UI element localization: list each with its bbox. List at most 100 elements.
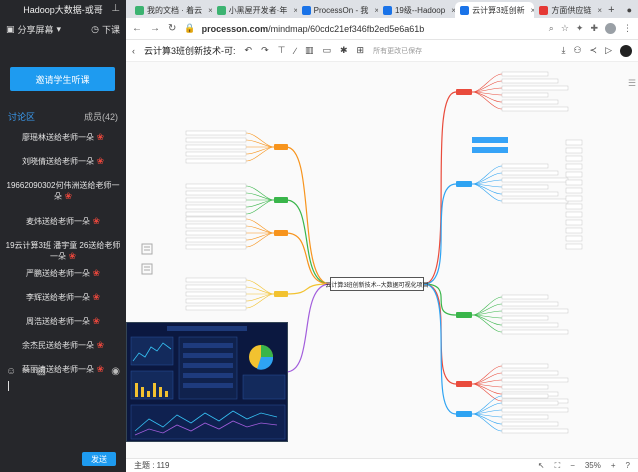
- browser-tab[interactable]: 方面供应链 ×: [534, 2, 602, 18]
- help-icon[interactable]: ?: [626, 461, 630, 470]
- search-icon[interactable]: ⌕: [549, 23, 554, 34]
- record-icon[interactable]: ◉: [111, 366, 120, 377]
- end-class-button[interactable]: ◷ 下课: [91, 23, 120, 36]
- tab-discussion[interactable]: 讨论区: [8, 110, 35, 124]
- browser-tab[interactable]: 19级--Hadoop ×: [378, 2, 455, 18]
- leaf-node: [565, 195, 583, 202]
- chat-message: 廖瑶林送给老师一朵 ❀: [0, 132, 126, 143]
- topic-count: 主题 : 119: [134, 461, 170, 470]
- sub-node: [501, 191, 559, 197]
- sub-node: [501, 315, 549, 321]
- browser-tab[interactable]: 云计算3班创新 ×: [455, 2, 535, 18]
- tab-label: 我的文档 · 着云: [147, 5, 203, 15]
- sub-node: [501, 400, 559, 406]
- chat-message-text: 麦炜送给老师一朵: [25, 217, 90, 226]
- image-icon[interactable]: ▨: [37, 366, 46, 377]
- sub-node: [501, 428, 569, 434]
- tab-members[interactable]: 成员(42): [84, 110, 118, 124]
- central-topic[interactable]: 云计算3班创新技术--大数据可视化项目: [325, 277, 429, 291]
- tab-label: ProcessOn - 我: [313, 5, 369, 15]
- dashboard-screenshot[interactable]: [126, 322, 288, 442]
- user-avatar[interactable]: [620, 44, 632, 57]
- chat-input[interactable]: [8, 381, 9, 391]
- course-title: Hadoop大数据-或哥: [23, 4, 103, 15]
- sub-line: [245, 218, 275, 234]
- url-host: processon.com: [201, 23, 269, 34]
- sub-node: [501, 329, 569, 335]
- side-panel-toggle-icon[interactable]: ☰: [628, 78, 636, 89]
- dashboard-widget: [153, 383, 156, 397]
- tab-favicon-icon: [460, 5, 470, 15]
- emoji-icon[interactable]: ☺: [6, 366, 16, 377]
- sub-node: [501, 106, 569, 112]
- zoom-out-button[interactable]: −: [570, 461, 575, 470]
- browser-tab[interactable]: 小黑屋开发者·年 ×: [212, 2, 297, 18]
- leaf-node: [565, 187, 583, 194]
- branch-node: [456, 312, 472, 318]
- sub-node: [501, 407, 569, 413]
- sub-node: [185, 237, 247, 243]
- pen-icon[interactable]: ∕: [294, 46, 296, 56]
- send-button[interactable]: 发送: [82, 452, 116, 466]
- puzzle-icon[interactable]: ✚: [590, 23, 598, 34]
- star-icon[interactable]: ☆: [561, 23, 569, 34]
- sub-node: [501, 78, 559, 84]
- format-icon[interactable]: ⊤: [278, 45, 286, 56]
- layout-icon[interactable]: ▥: [305, 45, 314, 56]
- sub-node: [501, 198, 569, 204]
- tab-favicon-icon: [382, 5, 392, 15]
- sub-line: [245, 132, 275, 148]
- leaf-node: [565, 219, 583, 226]
- play-icon[interactable]: ▷: [605, 45, 612, 56]
- dashboard-widget: [165, 391, 168, 397]
- branch-node: [274, 230, 288, 236]
- pointer-icon[interactable]: ↖: [538, 461, 545, 470]
- collab-icon[interactable]: ⚇: [573, 45, 581, 56]
- download-icon[interactable]: ⤓: [561, 45, 565, 56]
- dashboard-widget: [183, 363, 233, 368]
- chat-toolbar: ☺ ✂ ▨ ◉: [0, 364, 126, 378]
- chat-message-text: 19云计算3班 潘宇童 26送给老师一朵: [5, 241, 121, 261]
- outline-icons[interactable]: [140, 242, 156, 282]
- zoom-in-button[interactable]: +: [611, 461, 616, 470]
- extension-icon[interactable]: ✦: [576, 23, 584, 34]
- sub-node: [501, 85, 569, 91]
- reload-icon[interactable]: ↻: [168, 23, 176, 34]
- browser-tab[interactable]: 我的文档 · 着云 ×: [130, 2, 212, 18]
- pin-icon[interactable]: ⊥: [111, 3, 120, 14]
- sub-node: [501, 163, 549, 169]
- mindmap-canvas[interactable]: 云计算3班创新技术--大数据可视化项目 ☰: [126, 62, 638, 458]
- branch-node: [274, 197, 288, 203]
- frame-icon[interactable]: ▭: [322, 45, 331, 56]
- address-bar[interactable]: 🔒 processon.com/mindmap/60cdc21ef346fb2e…: [184, 21, 540, 37]
- back-chevron-icon[interactable]: ‹: [132, 46, 135, 56]
- flower-icon: ❀: [89, 292, 101, 302]
- share-screen-button[interactable]: ▣ 分享屏幕 ▾: [6, 23, 61, 36]
- scissors-icon[interactable]: ✂: [22, 366, 30, 377]
- menu-icon[interactable]: ⋮: [623, 23, 632, 34]
- window-control-icon[interactable]: ●: [621, 5, 638, 18]
- sub-node: [501, 377, 569, 383]
- document-title[interactable]: 云计算3班创新技术-可:: [144, 44, 236, 57]
- sub-node: [501, 99, 559, 105]
- invite-students-button[interactable]: 邀请学生听课: [10, 67, 115, 91]
- share-icon[interactable]: ≺: [590, 45, 598, 56]
- new-tab-button[interactable]: +: [602, 4, 620, 18]
- sub-node: [185, 183, 247, 189]
- forward-icon[interactable]: →: [150, 23, 160, 34]
- profile-avatar[interactable]: [605, 23, 616, 34]
- redo-icon[interactable]: ↷: [261, 45, 269, 56]
- sub-node: [501, 92, 549, 98]
- dashboard-widget: [159, 387, 162, 397]
- fullscreen-icon[interactable]: ⛶: [555, 461, 561, 471]
- undo-icon[interactable]: ↶: [245, 45, 253, 56]
- dashboard-widget: [141, 387, 144, 397]
- grid-icon[interactable]: ⊞: [357, 45, 365, 56]
- star-tool-icon[interactable]: ✱: [340, 45, 348, 56]
- back-icon[interactable]: ←: [132, 23, 142, 34]
- branch-node: [456, 381, 472, 387]
- sub-line: [245, 232, 275, 248]
- chat-message-text: 余杰民送给老师一朵: [21, 341, 94, 350]
- sub-node: [185, 216, 247, 222]
- browser-tab[interactable]: ProcessOn - 我 ×: [297, 2, 378, 18]
